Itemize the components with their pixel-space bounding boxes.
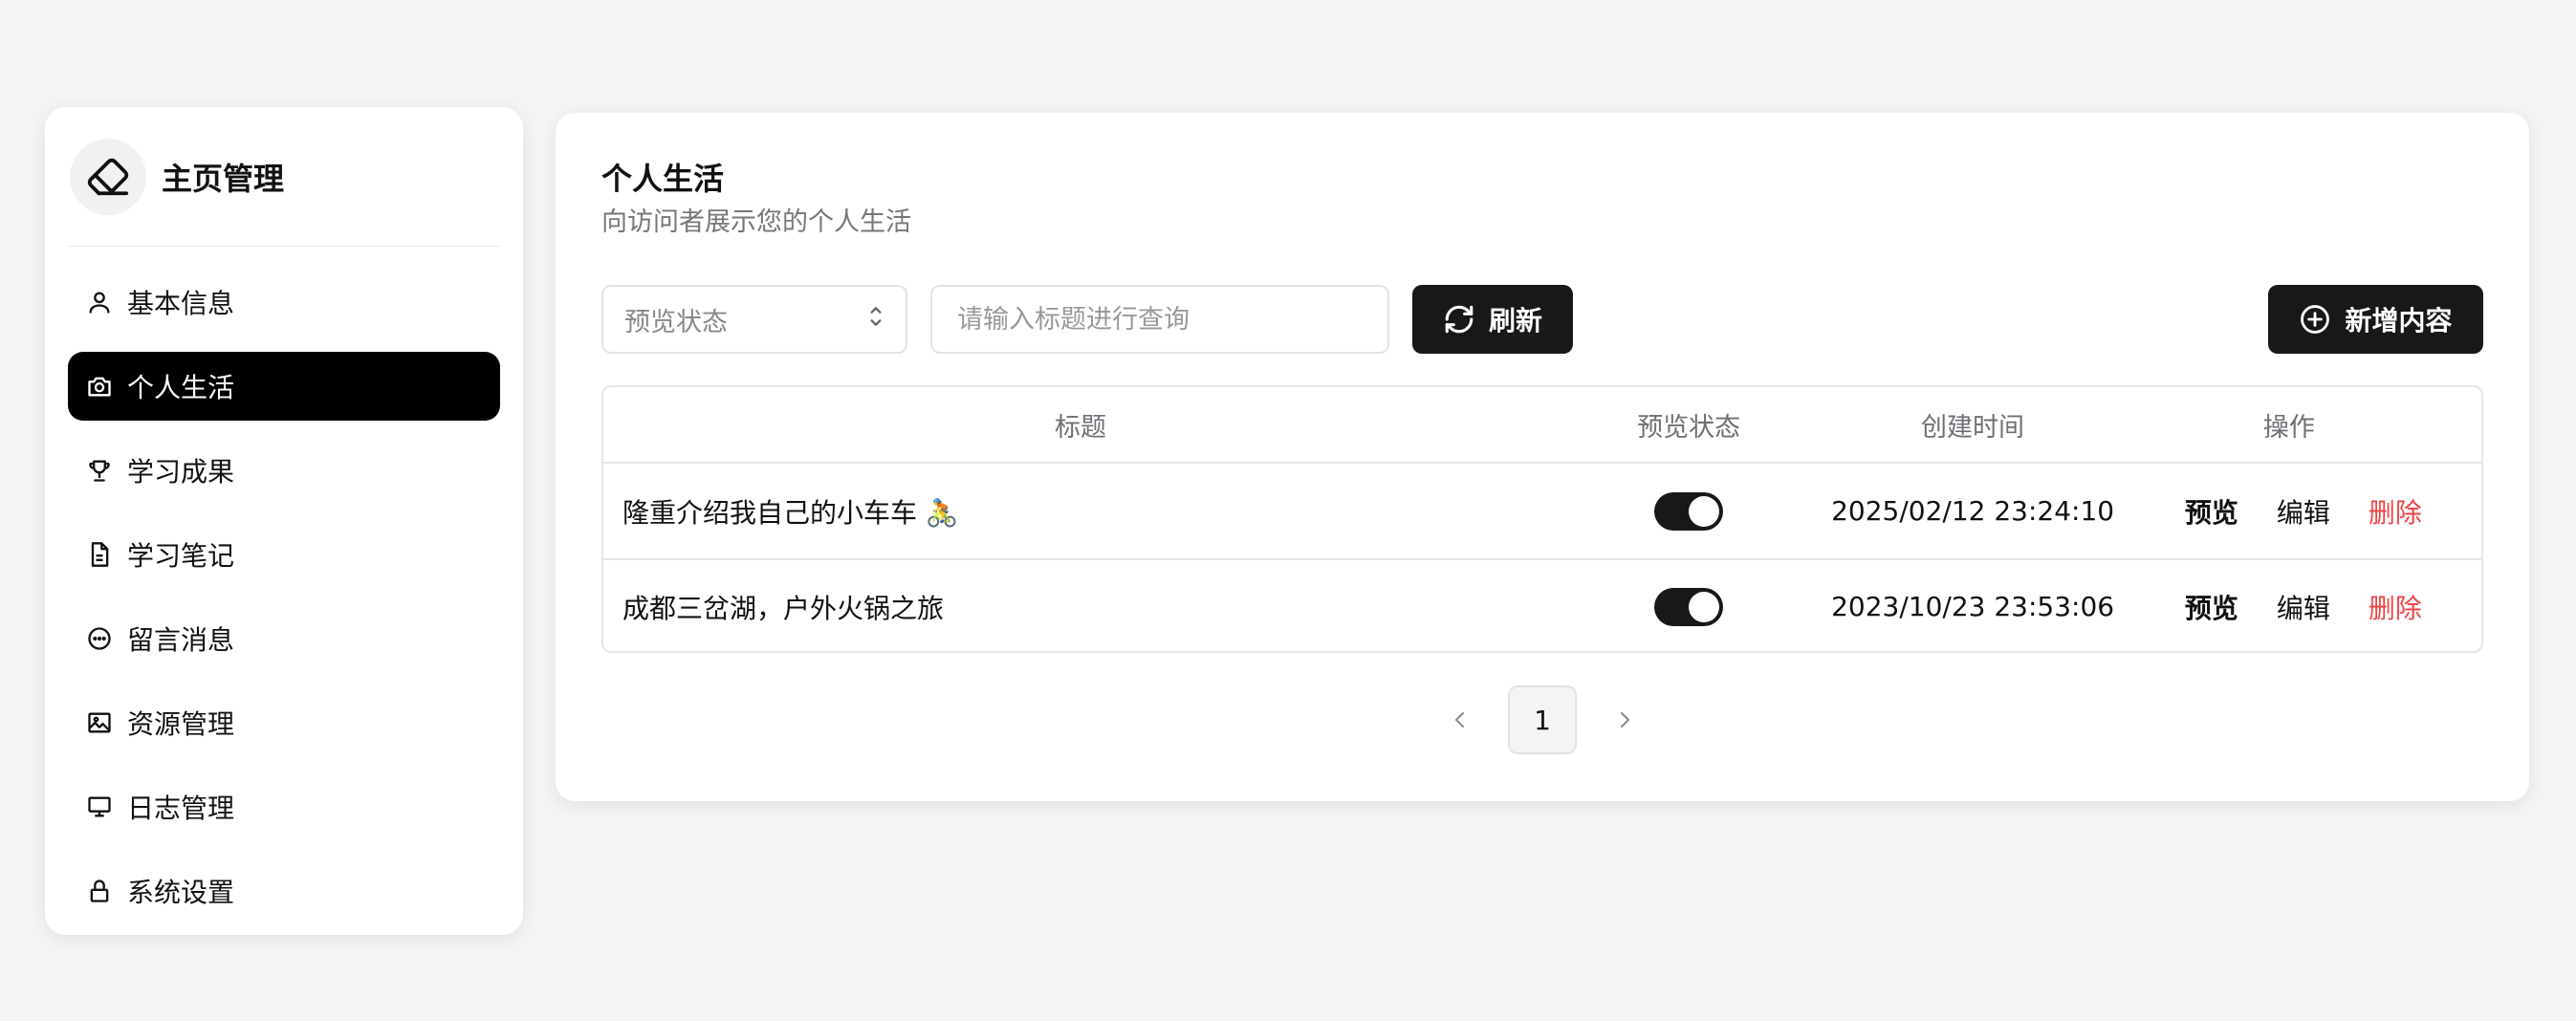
row-ops: 预览 编辑 删除 <box>2126 492 2481 531</box>
preview-button[interactable]: 预览 <box>2185 588 2238 626</box>
row-status <box>1558 587 1820 626</box>
add-content-button[interactable]: 新增内容 <box>2268 285 2483 354</box>
brand-title: 主页管理 <box>162 160 285 197</box>
sidebar-item-notes[interactable]: 学习笔记 <box>68 520 500 589</box>
sidebar-item-label: 留言消息 <box>127 624 235 656</box>
sidebar-item-personal-life[interactable]: 个人生活 <box>68 352 500 421</box>
header-ops: 操作 <box>2262 412 2315 443</box>
page-subtitle: 向访问者展示您的个人生活 <box>601 207 911 237</box>
sidebar-item-basic-info[interactable]: 基本信息 <box>68 268 500 337</box>
sidebar-item-label: 资源管理 <box>127 708 235 740</box>
trophy-icon <box>85 456 114 485</box>
eraser-icon <box>70 138 146 215</box>
row-ops: 预览 编辑 删除 <box>2126 588 2481 626</box>
chevron-left-icon[interactable] <box>1441 701 1479 739</box>
message-icon <box>85 624 114 653</box>
sidebar-item-label: 日志管理 <box>127 793 235 824</box>
plus-circle-icon <box>2301 305 2330 334</box>
camera-icon <box>85 372 114 401</box>
sidebar-item-label: 系统设置 <box>127 877 235 908</box>
add-label: 新增内容 <box>2345 305 2453 337</box>
row-title: 成都三岔湖，户外火锅之旅 <box>622 592 945 624</box>
edit-button[interactable]: 编辑 <box>2277 492 2330 531</box>
sidebar-item-label: 学习笔记 <box>127 540 235 572</box>
monitor-icon <box>85 793 114 821</box>
sidebar: 主页管理 基本信息 个人生活 学习成果 学习笔记 留言消息 资源管理 日志管理 … <box>45 107 523 935</box>
content-table: 标题 预览状态 创建时间 操作 隆重介绍我自己的小车车 🚴 2025/02/12… <box>601 385 2483 653</box>
table-header: 标题 预览状态 创建时间 操作 <box>603 387 2481 464</box>
sidebar-item-logs[interactable]: 日志管理 <box>68 772 500 841</box>
row-status <box>1558 491 1820 531</box>
preview-toggle[interactable] <box>1654 587 1724 626</box>
preview-toggle[interactable] <box>1654 491 1724 531</box>
header-title: 标题 <box>1054 412 1106 443</box>
table-row: 成都三岔湖，户外火锅之旅 2023/10/23 23:53:06 预览 编辑 删… <box>603 558 2481 651</box>
content-card: 个人生活 向访问者展示您的个人生活 预览状态 刷新 新增内容 标题 预览状态 创… <box>556 113 2529 801</box>
delete-button[interactable]: 删除 <box>2369 588 2422 626</box>
refresh-icon <box>1445 305 1474 334</box>
sidebar-item-label: 个人生活 <box>127 372 235 403</box>
lock-icon <box>85 877 114 905</box>
preview-status-select[interactable]: 预览状态 <box>601 285 907 354</box>
sidebar-item-label: 基本信息 <box>127 288 235 319</box>
pagination: 1 <box>556 684 2529 755</box>
sidebar-item-messages[interactable]: 留言消息 <box>68 604 500 673</box>
row-time: 2025/02/12 23:24:10 <box>1831 495 2115 527</box>
page-number-current[interactable]: 1 <box>1508 685 1577 754</box>
row-title: 隆重介绍我自己的小车车 🚴 <box>622 496 959 529</box>
title-search-input[interactable] <box>930 285 1389 354</box>
chevron-up-down-icon <box>867 304 884 336</box>
delete-button[interactable]: 删除 <box>2369 492 2422 531</box>
preview-button[interactable]: 预览 <box>2185 492 2238 531</box>
row-time: 2023/10/23 23:53:06 <box>1831 591 2115 622</box>
refresh-label: 刷新 <box>1488 305 1542 337</box>
header-time: 创建时间 <box>1921 412 2025 443</box>
sidebar-item-label: 学习成果 <box>127 456 235 488</box>
sidebar-item-resources[interactable]: 资源管理 <box>68 688 500 757</box>
image-icon <box>85 708 114 737</box>
refresh-button[interactable]: 刷新 <box>1412 285 1573 354</box>
select-placeholder: 预览状态 <box>624 307 728 337</box>
header-status: 预览状态 <box>1637 412 1741 443</box>
sidebar-item-achievements[interactable]: 学习成果 <box>68 436 500 505</box>
file-text-icon <box>85 540 114 569</box>
chevron-right-icon[interactable] <box>1605 701 1644 739</box>
table-row: 隆重介绍我自己的小车车 🚴 2025/02/12 23:24:10 预览 编辑 … <box>603 464 2481 558</box>
page-title: 个人生活 <box>601 161 725 197</box>
brand: 主页管理 <box>68 107 500 247</box>
edit-button[interactable]: 编辑 <box>2277 588 2330 626</box>
user-icon <box>85 288 114 316</box>
sidebar-item-settings[interactable]: 系统设置 <box>68 857 500 925</box>
